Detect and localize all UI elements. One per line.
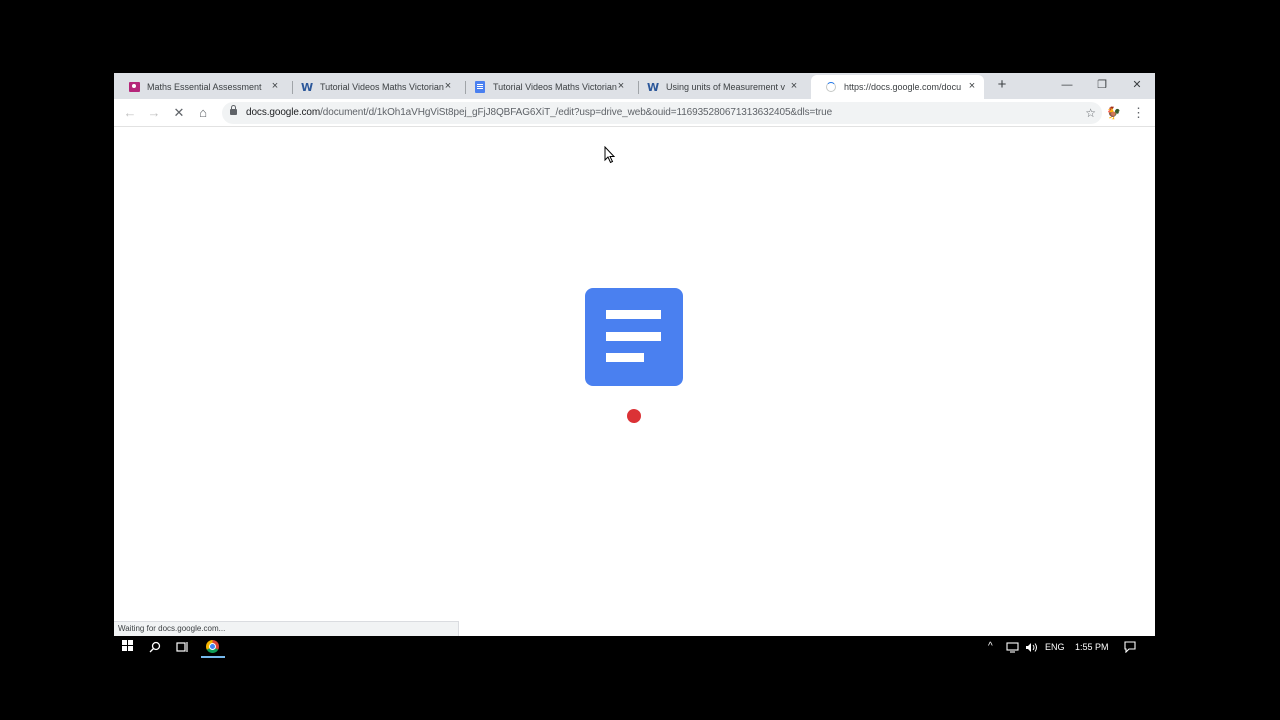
- tab-title: Tutorial Videos Maths Victorian: [320, 82, 444, 92]
- browser-toolbar: ← → ✕ ⌂ docs.google.com/document/d/1kOh1…: [114, 99, 1155, 127]
- extension-icon[interactable]: 🐓: [1106, 104, 1121, 122]
- stop-button[interactable]: ✕: [170, 104, 188, 122]
- active-app-indicator: [201, 656, 225, 658]
- screen: Maths Essential Assessment × W Tutorial …: [0, 0, 1280, 720]
- tab-close-icon[interactable]: ×: [966, 80, 978, 92]
- address-bar[interactable]: docs.google.com/document/d/1kOh1aVHgViSt…: [222, 102, 1102, 124]
- windows-start-icon[interactable]: [122, 640, 134, 652]
- loading-dot: [627, 409, 641, 423]
- back-button[interactable]: ←: [121, 104, 139, 122]
- bookmark-star-icon[interactable]: ☆: [1085, 105, 1096, 121]
- home-button[interactable]: ⌂: [194, 104, 212, 122]
- close-window-button[interactable]: ✕: [1122, 75, 1152, 95]
- tab-title: Using units of Measurement v: [666, 82, 786, 92]
- restore-button[interactable]: ❐: [1087, 75, 1117, 95]
- page-content: Waiting for docs.google.com...: [114, 128, 1155, 636]
- network-icon[interactable]: [1002, 638, 1022, 656]
- tab-close-icon[interactable]: ×: [269, 80, 281, 92]
- tab-title: Tutorial Videos Maths Victorian: [493, 82, 617, 92]
- google-docs-icon: [585, 288, 683, 386]
- docs-icon: [474, 81, 486, 93]
- chrome-taskbar-icon[interactable]: [206, 640, 219, 653]
- url-path: /document/d/1kOh1aVHgViSt8pej_gFjJ8QBFAG…: [320, 107, 833, 118]
- docs-logo-line: [606, 310, 661, 319]
- action-center-icon[interactable]: [1120, 638, 1140, 656]
- tab-strip: Maths Essential Assessment × W Tutorial …: [114, 73, 1155, 99]
- tab-using-units[interactable]: W Using units of Measurement v ×: [633, 75, 806, 99]
- search-icon[interactable]: [145, 638, 165, 656]
- url-host: docs.google.com: [246, 107, 321, 118]
- tab-title: https://docs.google.com/docu: [844, 82, 962, 92]
- loading-spinner-icon: [825, 81, 837, 93]
- new-tab-button[interactable]: +: [994, 77, 1010, 93]
- mouse-cursor-icon: [604, 146, 616, 164]
- word-icon: W: [300, 80, 314, 94]
- tab-tutorial-videos-docs[interactable]: Tutorial Videos Maths Victorian ×: [460, 75, 633, 99]
- minimize-button[interactable]: —: [1052, 75, 1082, 95]
- classroom-icon: [128, 81, 140, 93]
- tab-maths-assessment[interactable]: Maths Essential Assessment ×: [114, 75, 287, 99]
- tab-close-icon[interactable]: ×: [442, 80, 454, 92]
- tab-docs-loading[interactable]: https://docs.google.com/docu ×: [811, 75, 984, 99]
- tab-close-icon[interactable]: ×: [615, 80, 627, 92]
- docs-logo-line: [606, 353, 644, 362]
- lock-icon[interactable]: [230, 105, 237, 115]
- task-view-icon[interactable]: [172, 638, 192, 656]
- taskbar: ^ ENG 1:55 PM: [114, 636, 1155, 658]
- tab-title: Maths Essential Assessment: [147, 82, 262, 92]
- url-text[interactable]: docs.google.com/document/d/1kOh1aVHgViSt…: [246, 107, 832, 118]
- tab-close-icon[interactable]: ×: [788, 80, 800, 92]
- docs-logo-line: [606, 332, 661, 341]
- tab-tutorial-videos-word[interactable]: W Tutorial Videos Maths Victorian ×: [287, 75, 460, 99]
- word-icon: W: [646, 80, 660, 94]
- language-indicator[interactable]: ENG: [1045, 639, 1065, 655]
- browser-window: Maths Essential Assessment × W Tutorial …: [114, 73, 1155, 636]
- forward-button[interactable]: →: [145, 104, 163, 122]
- clock[interactable]: 1:55 PM: [1075, 639, 1109, 655]
- browser-menu-button[interactable]: ⋮: [1132, 104, 1145, 122]
- tray-chevron-icon[interactable]: ^: [988, 639, 993, 655]
- volume-icon[interactable]: [1021, 638, 1041, 656]
- status-bar: Waiting for docs.google.com...: [114, 621, 459, 636]
